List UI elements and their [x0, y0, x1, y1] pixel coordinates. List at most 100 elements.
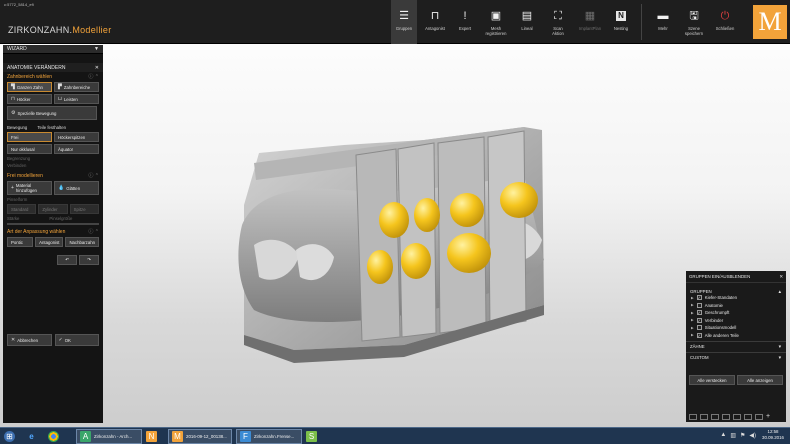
network-icon[interactable]: ▥ [730, 432, 736, 439]
modellier-m-icon: M [172, 431, 183, 442]
volume-icon[interactable]: ◀) [749, 432, 756, 439]
toolbar-save-button[interactable]: 🖫 Szene speichern [680, 0, 708, 44]
toolbar-mesh-button[interactable]: ▣ Mesh registrieren [480, 0, 512, 44]
section-title: Zahnbereich wählen [7, 73, 53, 80]
info-icon[interactable]: ⓘ ⌃ [88, 172, 99, 179]
checkbox[interactable]: ✓ [696, 295, 702, 301]
view-mode-icon[interactable] [711, 414, 719, 420]
group-item[interactable]: ▶ ✓ Alle anderen Teile [686, 332, 786, 340]
adapt-row: Pontic Antagonist Nachbarzahn [3, 236, 103, 248]
hoecker-button[interactable]: ⊓ Höcker [7, 94, 52, 104]
3d-viewport[interactable] [104, 45, 684, 425]
group-item[interactable]: ▶ ✓ Geschrumpft [686, 309, 786, 317]
crown [379, 202, 409, 238]
ganzen-zahn-button[interactable]: ▜ Ganzen Zahn [7, 82, 52, 92]
taskbar-window-scene[interactable]: M 2016-09-12_00138... [168, 429, 232, 444]
zahnbereiche-button[interactable]: ▛ Zahnbereiche [54, 82, 99, 92]
taskbar-modellier[interactable]: N [146, 429, 157, 444]
group-item[interactable]: ▶ Situationsmodell [686, 324, 786, 332]
pontic-button[interactable]: Pontic [7, 237, 34, 247]
frei-button[interactable]: Frei [7, 132, 52, 142]
wizard-dropdown[interactable]: WIZARD ▼ [3, 45, 103, 54]
strength-slider[interactable] [7, 223, 99, 225]
toolbar-scan-button[interactable]: ⛶ Scan Aktion [544, 0, 572, 44]
internet-explorer-icon: e [29, 432, 34, 441]
brand-module: Modellier [72, 25, 112, 35]
crown [401, 243, 431, 279]
arrow-up-icon[interactable]: ▲ [720, 432, 726, 439]
check-icon: ✓ [58, 337, 63, 343]
close-icon[interactable]: ✕ [779, 274, 783, 280]
custom-dropdown[interactable]: CUSTOM ▼ [686, 352, 786, 361]
taskbar-app-green[interactable]: S [306, 429, 317, 444]
material-add-button[interactable]: + Material hinzufügen [7, 181, 52, 195]
teeth-dropdown[interactable]: ZÄHNE ▼ [686, 341, 786, 350]
toolbar-label: Schließen [715, 26, 735, 31]
checkbox[interactable] [696, 325, 702, 331]
view-mode-icon[interactable] [722, 414, 730, 420]
custom-label: CUSTOM [690, 354, 709, 360]
aequator-button[interactable]: Äquator [54, 144, 99, 154]
toolbar-expert-button[interactable]: ! Expert [452, 0, 478, 44]
pinselgroesse-label: Pinselgröße [49, 216, 73, 221]
hamburger-icon: ☰ [399, 10, 409, 22]
view-mode-icon[interactable] [755, 414, 763, 420]
undo-button[interactable]: ↶ [57, 255, 77, 265]
toolbar-label: Nesting [613, 26, 629, 31]
leisten-button[interactable]: ⊔ Leisten [54, 94, 99, 104]
chrome-taskbar-button[interactable] [48, 429, 59, 444]
toolbar-nesting-button[interactable]: N Nesting [608, 0, 634, 44]
flag-icon[interactable]: ⚑ [740, 432, 745, 439]
hoeckerspitzen-button[interactable]: Höckerspitzen [54, 132, 99, 142]
info-icon[interactable]: ⓘ ⌃ [88, 228, 99, 235]
nur-okklusal-button[interactable]: Nur okklusal [7, 144, 52, 154]
nachbarzahn-button[interactable]: Nachbarzahn [65, 237, 99, 247]
checkbox[interactable]: ✓ [696, 310, 702, 316]
hide-all-button[interactable]: Alle verstecken [689, 375, 735, 385]
zylinder-button[interactable]: Zylinder [38, 204, 68, 214]
checkbox[interactable]: ✓ [696, 317, 702, 323]
fix-label: Teile festhalten [37, 125, 66, 130]
taskbar-window-archiv[interactable]: A Zirkonzahn - Arch... [76, 429, 142, 444]
cancel-button[interactable]: ✕ Abbrechen [7, 334, 52, 346]
info-icon[interactable]: ⓘ ⌃ [88, 73, 99, 80]
wizard-label: WIZARD [7, 46, 27, 52]
view-mode-icon[interactable] [689, 414, 697, 420]
crown [414, 198, 440, 232]
group-item[interactable]: ▶ Anatomie [686, 302, 786, 310]
group-item[interactable]: ▶ ✓ Verbinder [686, 317, 786, 325]
ie-taskbar-button[interactable]: e [26, 429, 37, 444]
show-all-button[interactable]: Alle anzeigen [737, 375, 783, 385]
special-movement-button[interactable]: ⚙ Spezielle Bewegung [7, 106, 97, 120]
taskbar-clock[interactable]: 12:58 30.09.2016 [762, 429, 784, 441]
checkbox[interactable]: ✓ [696, 332, 702, 338]
start-button[interactable]: ⊞ [4, 429, 15, 444]
add-icon[interactable]: + [766, 413, 774, 420]
toolbar-implantplan-button[interactable]: ▦ ImplantPlan [574, 0, 606, 44]
checkbox[interactable] [696, 302, 702, 308]
toolbar-mehr-button[interactable]: ▬ Mehr [650, 0, 676, 44]
crown [447, 233, 491, 273]
gear-icon: ⚙ [11, 110, 16, 116]
taskbar-window-frense[interactable]: F Zirkonzahn.Frense... [236, 429, 302, 444]
redo-button[interactable]: ↷ [79, 255, 99, 265]
slider-labels: Stärke Pinselgröße [3, 215, 103, 222]
toolbar-lineal-button[interactable]: ▤ Lineal [514, 0, 540, 44]
brand-name: ZIRKONZAHN. [8, 25, 73, 35]
toolbar-close-button[interactable]: ⏻ Schließen [711, 0, 739, 44]
spitze-button[interactable]: Spitze [69, 204, 99, 214]
antagonist-adapt-button[interactable]: Antagonist [35, 237, 64, 247]
standard-button[interactable]: Standard [7, 204, 37, 214]
close-icon[interactable]: ✕ [95, 65, 99, 71]
smooth-button[interactable]: 💧 Glätten [54, 181, 99, 195]
chevron-up-icon: ▲ [777, 289, 782, 294]
movement-label: Bewegung [7, 125, 28, 130]
toolbar-gruppen-button[interactable]: ☰ Gruppen [391, 0, 417, 44]
view-mode-icon[interactable] [700, 414, 708, 420]
ok-button[interactable]: ✓ OK [54, 334, 99, 346]
view-mode-icon[interactable] [744, 414, 752, 420]
view-mode-icon[interactable] [733, 414, 741, 420]
group-item[interactable]: ▶ ✓ Kiefer-Standaten [686, 294, 786, 302]
toolbar-antagonist-button[interactable]: ⊓ Antagonist [419, 0, 451, 44]
expand-triangle-icon: ▶ [691, 325, 694, 330]
